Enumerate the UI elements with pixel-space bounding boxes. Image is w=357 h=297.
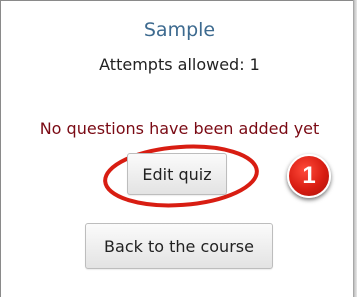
quiz-panel: Sample Attempts allowed: 1 No questions … [0,0,357,297]
no-questions-message: No questions have been added yet [39,119,320,138]
edit-quiz-button[interactable]: Edit quiz [127,153,227,195]
quiz-title: Sample [143,19,216,41]
back-to-course-button[interactable]: Back to the course [85,223,273,269]
panel-edge-shadow [353,0,357,297]
attempts-allowed-text: Attempts allowed: 1 [99,55,260,74]
step-number-badge: 1 [287,154,331,198]
